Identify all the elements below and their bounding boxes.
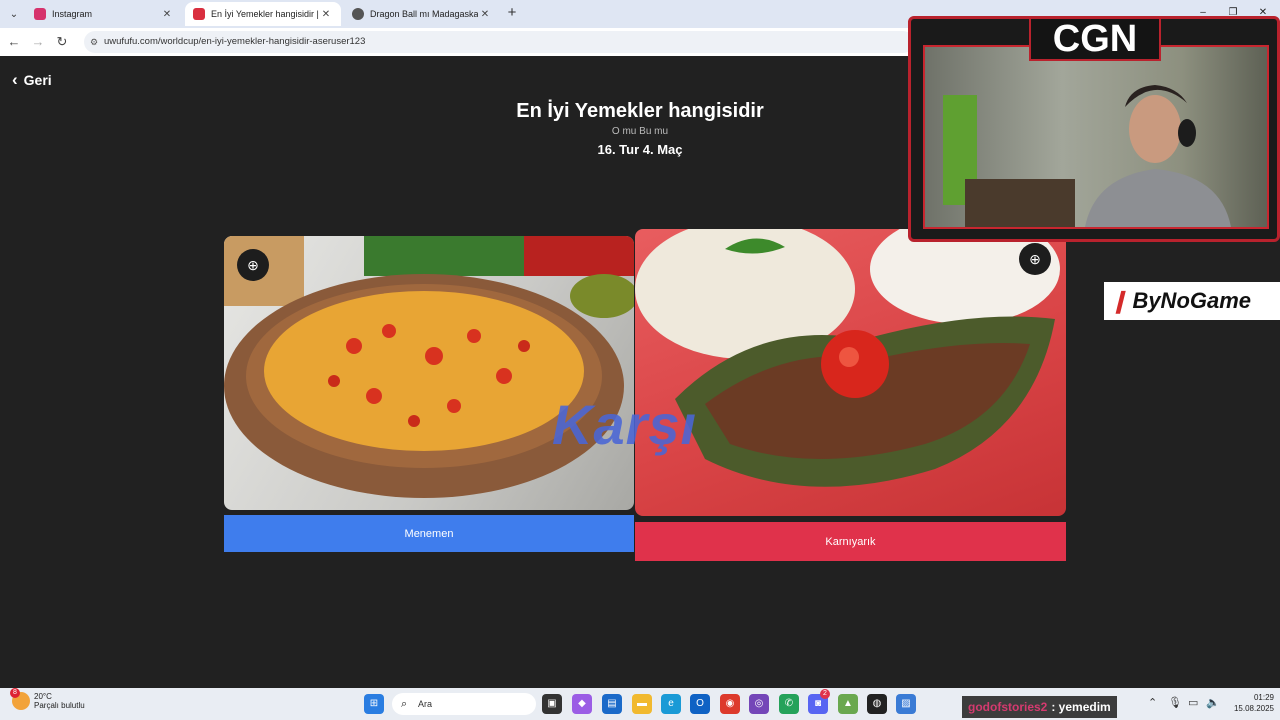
reload-icon[interactable]: ↻ (52, 32, 72, 52)
versus-label: Karşı (552, 393, 698, 456)
close-tab-icon[interactable]: ✕ (478, 9, 492, 20)
url-field[interactable]: ⚙ uwufufu.com/worldcup/en-iyi-yemekler-h… (84, 31, 914, 53)
back-button[interactable]: ‹ Geri (12, 70, 52, 90)
store-icon[interactable]: ▤ (602, 694, 622, 714)
photos-icon[interactable]: ▨ (896, 694, 916, 714)
close-tab-icon[interactable]: ✕ (319, 9, 333, 20)
choose-karniyarik-button[interactable]: Karnıyarık (635, 522, 1066, 561)
instagram-icon (34, 8, 46, 20)
network-icon[interactable]: ▭ (1188, 696, 1198, 709)
bynogame-logo-icon: ❙ (1110, 288, 1129, 313)
weather-icon: 8 (10, 688, 30, 710)
webcam-feed (923, 45, 1269, 229)
chat-username: godofstories2 (968, 700, 1048, 714)
discord-icon[interactable]: ◙ 2 (808, 689, 830, 714)
volume-icon[interactable]: 🔈 (1206, 696, 1220, 709)
copilot-icon[interactable]: ◆ (572, 694, 592, 714)
discord-badge: 2 (820, 689, 830, 699)
tab-search-chevron-icon[interactable]: ⌄ (4, 4, 24, 24)
clock-time: 01:29 (1253, 693, 1274, 702)
whatsapp-icon[interactable]: ✆ (779, 694, 799, 714)
weather-temp: 20°C (34, 692, 52, 701)
close-tab-icon[interactable]: ✕ (160, 9, 174, 20)
webcam-overlay: CGN (908, 16, 1280, 242)
back-arrow-icon[interactable]: ← (4, 32, 24, 52)
chat-message: : yemedim (1051, 700, 1111, 714)
menemen-image[interactable]: ⊕ (224, 236, 634, 510)
outlook-icon[interactable]: O (690, 694, 710, 714)
start-icon[interactable]: ⊞ (364, 694, 384, 714)
sponsor-banner: ❙ ByNoGame (1104, 282, 1280, 320)
chrome-icon[interactable]: ◉ (720, 694, 740, 714)
task-view-icon[interactable]: ▣ (542, 694, 562, 714)
app-icon[interactable]: ◎ (749, 694, 769, 714)
search-icon: ⌕ (401, 698, 408, 710)
chevron-up-icon[interactable]: ⌃ (1148, 696, 1157, 709)
zoom-in-icon[interactable]: ⊕ (1019, 243, 1051, 275)
weather-badge: 8 (10, 688, 20, 698)
streamer-silhouette (943, 85, 1231, 227)
forward-arrow-icon[interactable]: → (28, 32, 48, 52)
choose-menemen-button[interactable]: Menemen (224, 515, 634, 552)
clock[interactable]: 01:29 15.08.2025 (1222, 692, 1274, 714)
chevron-left-icon: ‹ (12, 70, 18, 89)
obs-icon[interactable]: ◍ (867, 694, 887, 714)
new-tab-icon[interactable]: + (503, 4, 521, 22)
android-icon[interactable]: ▲ (838, 694, 858, 714)
microphone-icon[interactable]: 🎙 (1168, 696, 1182, 709)
tab-dragon-ball[interactable]: Dragon Ball mı Madagaskar mı ✕ (344, 2, 500, 26)
tab-uwufufu[interactable]: En İyi Yemekler hangisidir | Uwu ✕ (185, 2, 341, 26)
weather-desc: Parçalı bulutlu (34, 701, 85, 710)
taskbar-search[interactable]: ⌕ Ara (392, 693, 536, 715)
tab-instagram[interactable]: Instagram ✕ (26, 2, 182, 26)
edge-icon[interactable]: e (661, 694, 681, 714)
site-settings-icon[interactable]: ⚙ (90, 31, 98, 53)
karniyarik-image[interactable]: ⊕ (635, 229, 1066, 516)
zoom-in-icon[interactable]: ⊕ (237, 249, 269, 281)
karniyarik-illustration (635, 229, 1060, 487)
cgn-logo: CGN (1029, 17, 1161, 61)
chat-overlay: godofstories2 : yemedim (962, 696, 1117, 718)
weather-widget[interactable]: 8 20°C Parçalı bulutlu (10, 688, 85, 710)
file-explorer-icon[interactable]: ▬ (632, 694, 652, 714)
taskbar: 8 20°C Parçalı bulutlu ⊞ ⌕ Ara ▣ ◆ ▤ ▬ e… (0, 688, 1280, 720)
clock-date: 15.08.2025 (1233, 704, 1274, 713)
menemen-illustration (224, 236, 634, 498)
globe-icon (352, 8, 364, 20)
uwufufu-icon (193, 8, 205, 20)
